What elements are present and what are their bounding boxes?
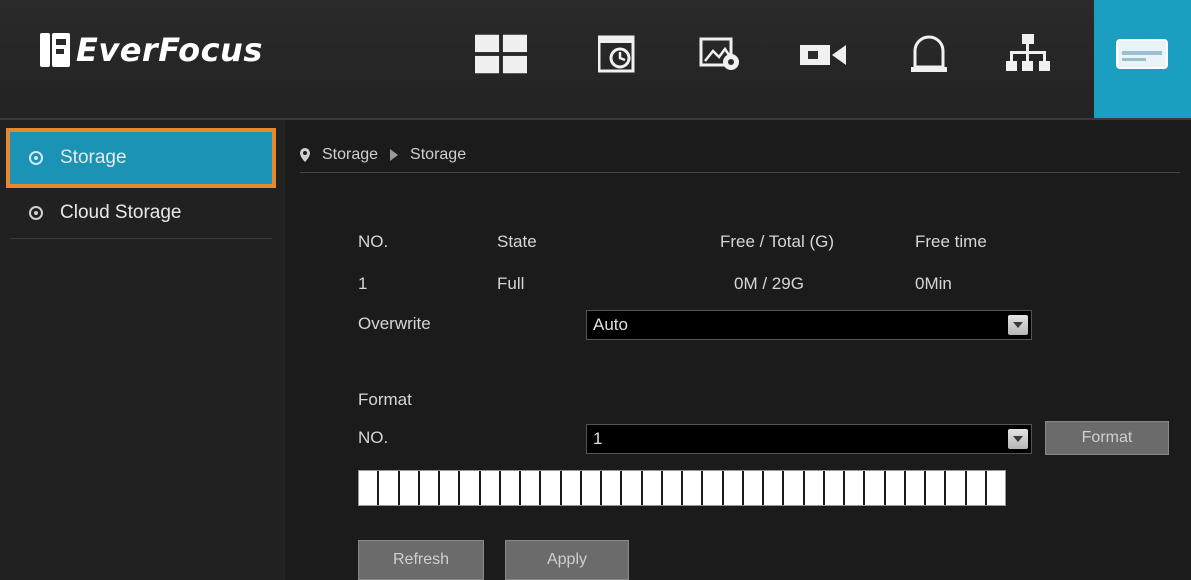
refresh-button[interactable]: Refresh <box>358 540 484 580</box>
table-cell-free-time: 0Min <box>915 274 952 293</box>
image-settings-icon[interactable] <box>695 28 747 80</box>
overwrite-select[interactable]: Auto <box>586 310 1032 340</box>
logo-text: EverFocus <box>76 31 263 69</box>
top-bar: EverFocus <box>0 0 1191 120</box>
format-button[interactable]: Format <box>1045 421 1169 455</box>
sidebar-item-cloud-storage[interactable]: Cloud Storage <box>10 188 272 239</box>
gear-icon <box>29 206 43 220</box>
chevron-right-icon <box>390 149 399 161</box>
overwrite-label: Overwrite <box>358 314 431 333</box>
alarm-icon[interactable] <box>903 28 955 80</box>
sidebar-item-storage[interactable]: Storage <box>6 128 276 188</box>
table-cell-no: 1 <box>358 274 368 293</box>
apply-button[interactable]: Apply <box>505 540 629 580</box>
everfocus-logo: EverFocus <box>40 30 263 70</box>
gear-icon <box>29 151 43 165</box>
breadcrumb-parent[interactable]: Storage <box>322 146 378 164</box>
format-no-label: NO. <box>358 428 389 447</box>
playback-icon[interactable] <box>592 28 644 80</box>
breadcrumb-current: Storage <box>410 146 467 163</box>
col-header-free-time: Free time <box>915 232 987 251</box>
col-header-free-total: Free / Total (G) <box>720 232 834 251</box>
sidebar-item-label: Storage <box>60 147 127 168</box>
live-view-icon[interactable] <box>475 28 527 80</box>
chevron-down-icon[interactable] <box>1008 429 1028 449</box>
overwrite-select-value: Auto <box>593 315 628 334</box>
format-section-label: Format <box>358 390 412 409</box>
disk-segment-bar <box>358 470 1006 506</box>
breadcrumb: Storage Storage <box>300 138 1180 173</box>
location-pin-icon <box>300 148 310 162</box>
table-cell-state: Full <box>497 274 525 293</box>
sidebar-item-label: Cloud Storage <box>60 202 182 223</box>
sidebar: Storage Cloud Storage <box>0 120 285 580</box>
col-header-no: NO. <box>358 232 389 251</box>
storage-icon[interactable] <box>1116 28 1168 80</box>
chevron-down-icon[interactable] <box>1008 315 1028 335</box>
table-cell-free-total: 0M / 29G <box>734 274 804 293</box>
col-header-state: State <box>497 232 537 251</box>
network-icon[interactable] <box>1002 28 1054 80</box>
logo-mark-icon <box>40 33 70 67</box>
format-no-select-value: 1 <box>593 429 603 448</box>
camera-icon[interactable] <box>797 28 849 80</box>
format-no-select[interactable]: 1 <box>586 424 1032 454</box>
